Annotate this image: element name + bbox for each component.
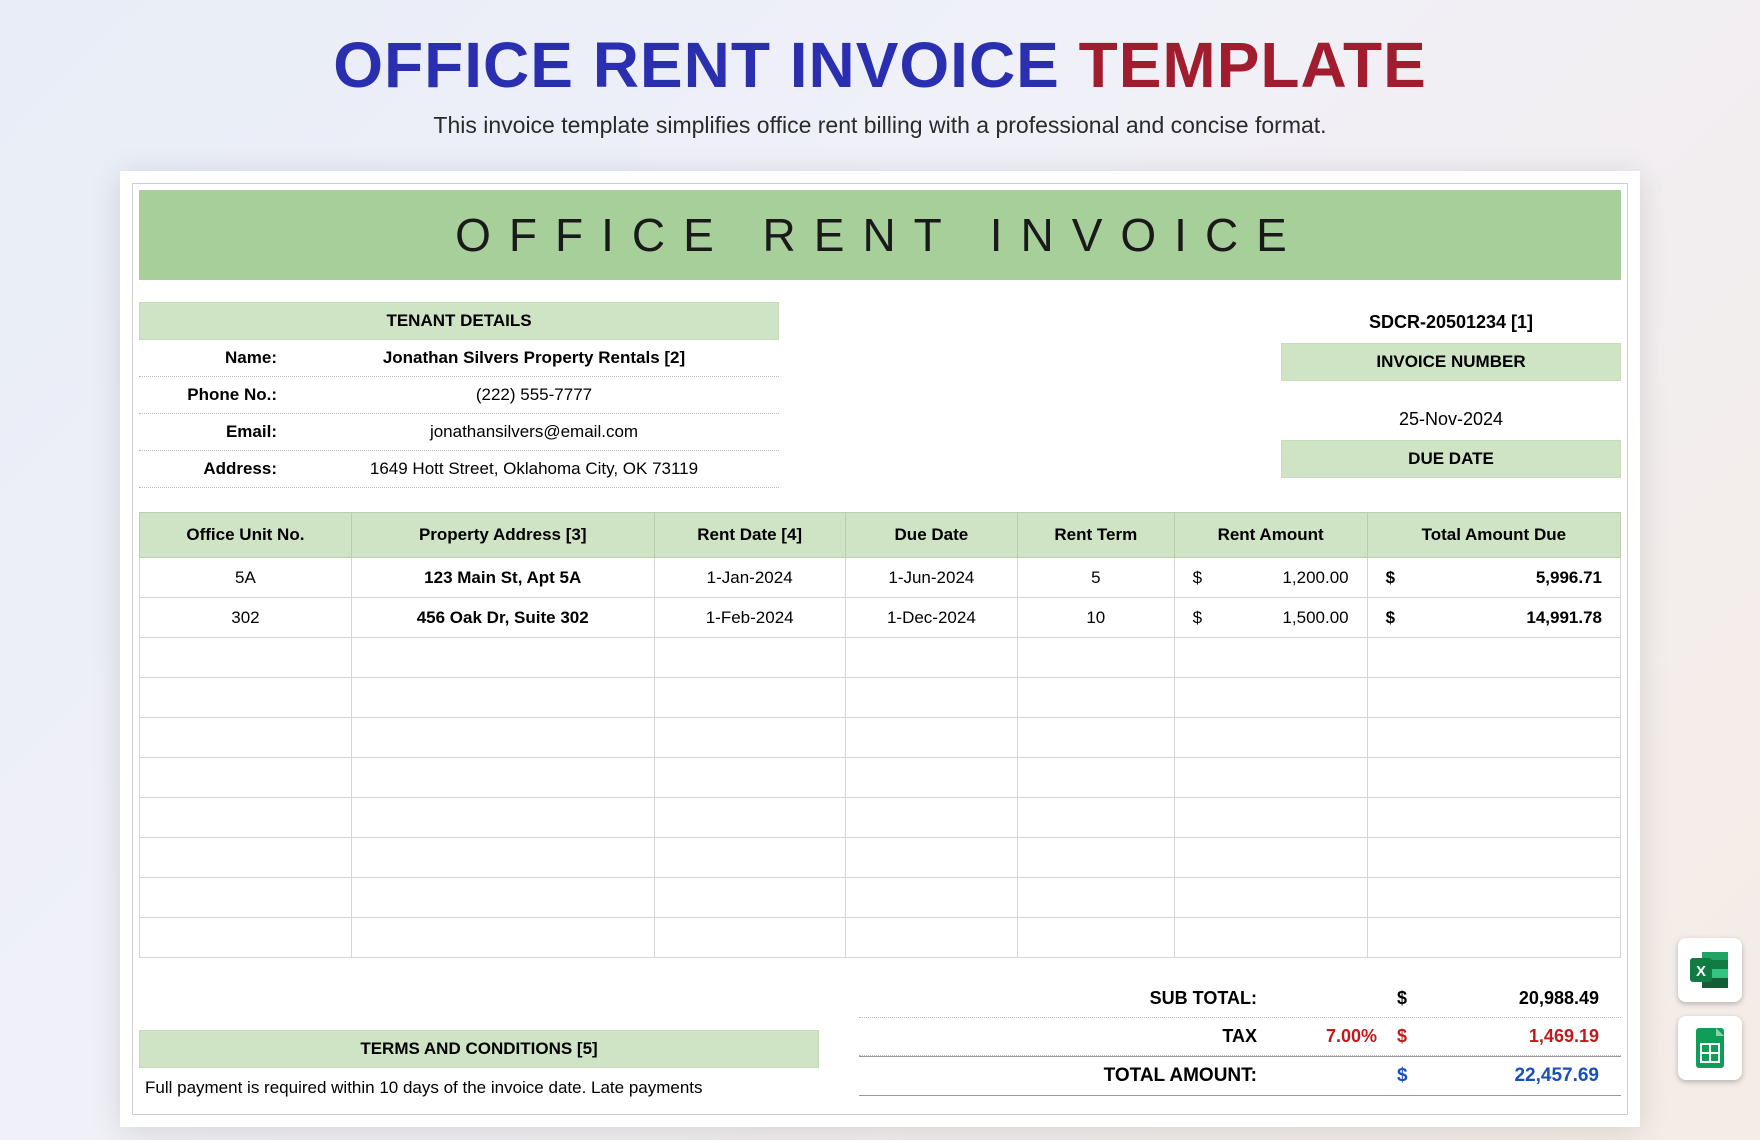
table-header: Due Date <box>845 513 1017 558</box>
table-row-empty <box>140 918 1621 958</box>
totals-block: SUB TOTAL: $ 20,988.49 TAX 7.00% $ 1,469… <box>859 980 1621 1096</box>
due-date-label: DUE DATE <box>1281 440 1621 478</box>
label-address: Address: <box>139 451 289 487</box>
format-icons: X <box>1678 938 1742 1080</box>
table-row-empty <box>140 718 1621 758</box>
tenant-email-row: Email: jonathansilvers@email.com <box>139 414 779 451</box>
tenant-details: TENANT DETAILS Name: Jonathan Silvers Pr… <box>139 302 779 488</box>
excel-icon[interactable]: X <box>1678 938 1742 1002</box>
table-row: 302456 Oak Dr, Suite 3021-Feb-20241-Dec-… <box>140 598 1621 638</box>
table-header: Office Unit No. <box>140 513 352 558</box>
tenant-name-row: Name: Jonathan Silvers Property Rentals … <box>139 340 779 377</box>
sheets-icon[interactable] <box>1678 1016 1742 1080</box>
table-row-empty <box>140 878 1621 918</box>
table-row-empty <box>140 758 1621 798</box>
terms-body: Full payment is required within 10 days … <box>139 1068 819 1108</box>
tax-pct: 7.00% <box>1287 1026 1397 1047</box>
invoice-number-value: SDCR-20501234 [1] <box>1281 302 1621 343</box>
label-email: Email: <box>139 414 289 450</box>
invoice-table: Office Unit No.Property Address [3]Rent … <box>139 512 1621 958</box>
subtotal-row: SUB TOTAL: $ 20,988.49 <box>859 980 1621 1018</box>
invoice-banner: OFFICE RENT INVOICE <box>139 190 1621 280</box>
table-row-empty <box>140 678 1621 718</box>
page-title: OFFICE RENT INVOICE TEMPLATE <box>0 0 1760 102</box>
tax-label: TAX <box>863 1026 1287 1047</box>
total-row: TOTAL AMOUNT: $ 22,457.69 <box>859 1056 1621 1096</box>
tax-row: TAX 7.00% $ 1,469.19 <box>859 1018 1621 1056</box>
total-label: TOTAL AMOUNT: <box>863 1065 1287 1087</box>
svg-text:X: X <box>1696 963 1706 980</box>
terms-heading: TERMS AND CONDITIONS [5] <box>139 1030 819 1068</box>
table-row-empty <box>140 798 1621 838</box>
table-header: Total Amount Due <box>1367 513 1620 558</box>
due-date-value: 25-Nov-2024 <box>1281 399 1621 440</box>
table-row: 5A123 Main St, Apt 5A1-Jan-20241-Jun-202… <box>140 558 1621 598</box>
tax-amount: 1,469.19 <box>1437 1026 1617 1047</box>
subtotal-amount: 20,988.49 <box>1437 988 1617 1009</box>
tenant-phone-row: Phone No.: (222) 555-7777 <box>139 377 779 414</box>
total-amount: 22,457.69 <box>1437 1065 1617 1087</box>
page-subtitle: This invoice template simplifies office … <box>0 112 1760 139</box>
terms-block: TERMS AND CONDITIONS [5] Full payment is… <box>139 1030 819 1108</box>
title-part2: TEMPLATE <box>1079 29 1427 101</box>
table-header: Rent Date [4] <box>654 513 845 558</box>
tenant-section-head: TENANT DETAILS <box>139 302 779 340</box>
tenant-address-row: Address: 1649 Hott Street, Oklahoma City… <box>139 451 779 488</box>
table-header: Property Address [3] <box>351 513 654 558</box>
invoice-meta: SDCR-20501234 [1] INVOICE NUMBER 25-Nov-… <box>1281 302 1621 488</box>
value-name: Jonathan Silvers Property Rentals [2] <box>289 340 779 376</box>
table-row-empty <box>140 838 1621 878</box>
invoice-number-label: INVOICE NUMBER <box>1281 343 1621 381</box>
title-part1: OFFICE RENT INVOICE <box>333 29 1060 101</box>
value-phone: (222) 555-7777 <box>289 377 779 413</box>
subtotal-label: SUB TOTAL: <box>863 988 1287 1009</box>
table-header: Rent Amount <box>1174 513 1367 558</box>
table-header: Rent Term <box>1018 513 1175 558</box>
document-frame: OFFICE RENT INVOICE TENANT DETAILS Name:… <box>120 171 1640 1127</box>
label-phone: Phone No.: <box>139 377 289 413</box>
table-row-empty <box>140 638 1621 678</box>
label-name: Name: <box>139 340 289 376</box>
value-email: jonathansilvers@email.com <box>289 414 779 450</box>
value-address: 1649 Hott Street, Oklahoma City, OK 7311… <box>289 451 779 487</box>
